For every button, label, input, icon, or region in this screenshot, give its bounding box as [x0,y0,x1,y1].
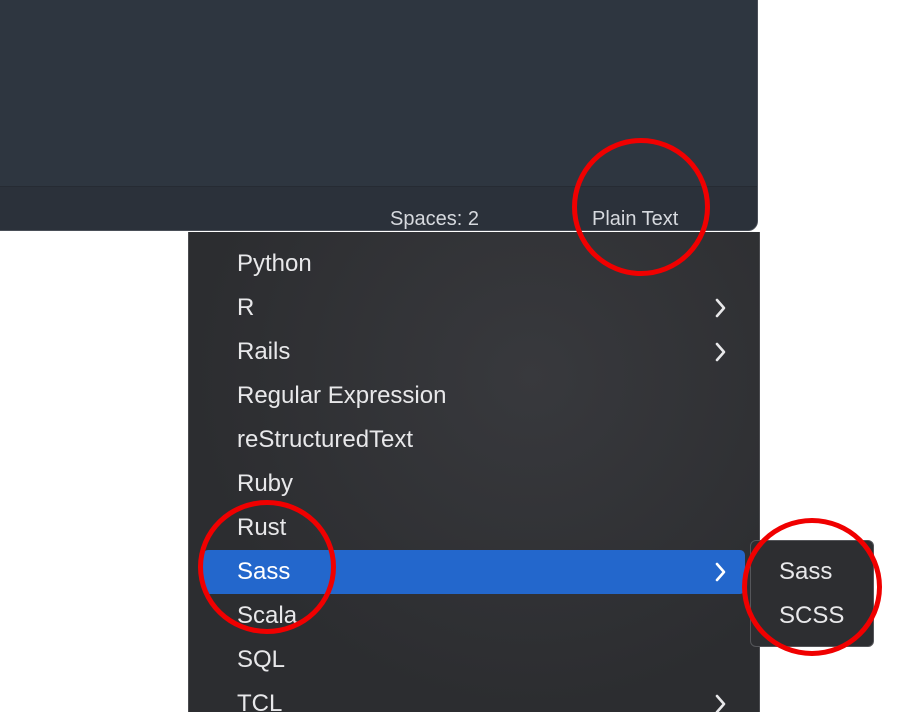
editor-window [0,0,758,231]
menu-item-label: Sass [237,558,291,585]
menu-item-regular-expression[interactable]: Regular Expression [203,374,745,418]
menu-item-python[interactable]: Python [203,242,745,286]
menu-item-label: TCL [237,690,283,712]
menu-item-label: Python [237,250,312,277]
menu-item-label: Rust [237,514,287,541]
menu-item-label: R [237,294,255,321]
syntax-menu: Python R Rails Regular Expression reStru… [188,232,760,712]
editor-text-area[interactable] [0,0,757,189]
menu-item-label: Ruby [237,470,294,497]
menu-item-label: Rails [237,338,291,365]
menu-item-tcl[interactable]: TCL [203,682,745,712]
chevron-right-icon [715,562,726,582]
menu-item-sql[interactable]: SQL [203,638,745,682]
chevron-right-icon [715,694,726,712]
submenu-item-label: SCSS [779,602,845,629]
menu-item-r[interactable]: R [203,286,745,330]
syntax-status-button[interactable]: Plain Text [592,207,678,231]
chevron-right-icon [715,298,726,318]
chevron-right-icon [715,342,726,362]
menu-item-label: reStructuredText [237,426,414,453]
submenu-item-label: Sass [779,558,833,585]
submenu-item-scss[interactable]: SCSS [757,594,867,638]
menu-item-rust[interactable]: Rust [203,506,745,550]
sass-submenu: Sass SCSS [750,540,874,647]
indentation-status-button[interactable]: Spaces: 2 [390,207,479,231]
menu-item-rails[interactable]: Rails [203,330,745,374]
menu-item-restructuredtext[interactable]: reStructuredText [203,418,745,462]
menu-item-label: SQL [237,646,286,673]
submenu-item-sass[interactable]: Sass [757,550,867,594]
menu-item-ruby[interactable]: Ruby [203,462,745,506]
menu-item-scala[interactable]: Scala [203,594,745,638]
menu-item-sass[interactable]: Sass [203,550,745,594]
menu-item-label: Scala [237,602,298,629]
menu-item-label: Regular Expression [237,382,447,409]
